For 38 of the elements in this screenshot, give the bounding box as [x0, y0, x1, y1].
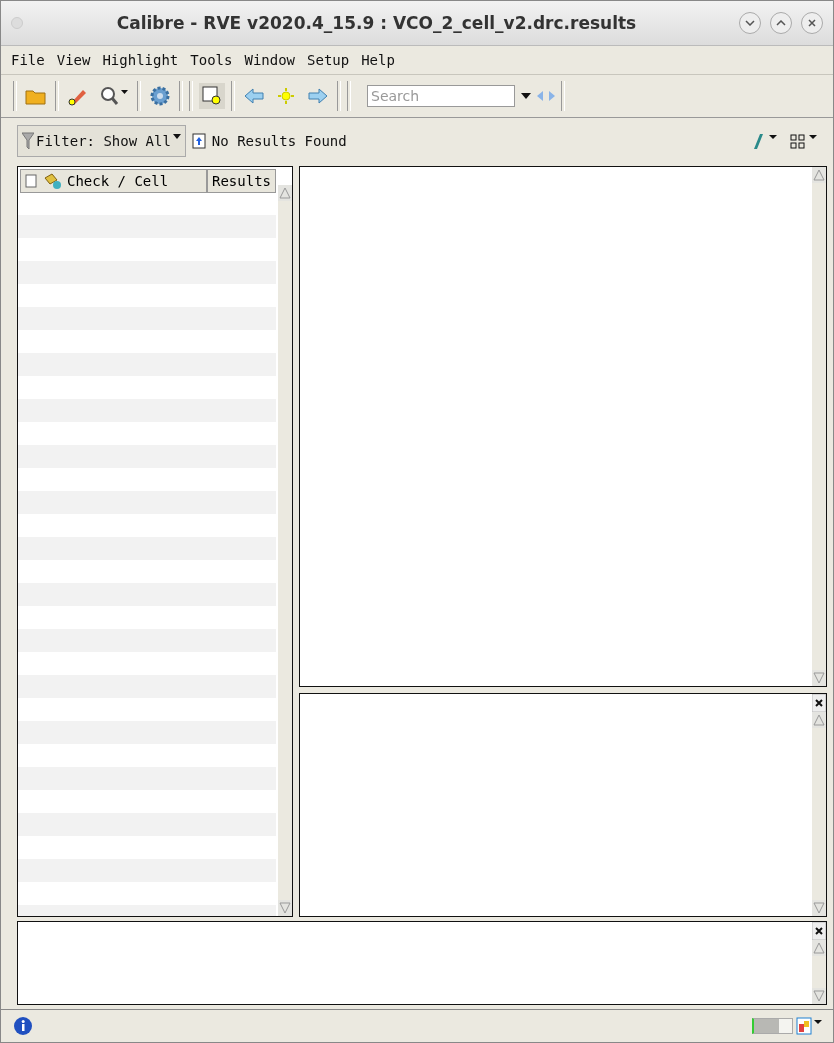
close-button[interactable] — [801, 12, 823, 34]
dropdown-caret-icon — [172, 134, 181, 139]
menu-item[interactable]: Help — [357, 50, 401, 70]
status-text: No Results Found — [211, 133, 347, 149]
info-icon[interactable] — [13, 1016, 33, 1036]
column-header[interactable]: Results — [207, 169, 276, 193]
close-icon[interactable] — [812, 693, 826, 712]
next-icon[interactable] — [549, 91, 555, 101]
document-icon — [25, 174, 39, 188]
results-icon — [191, 133, 206, 149]
scroll-down-button[interactable] — [278, 900, 292, 916]
scroll-up-button[interactable] — [278, 185, 292, 201]
dropdown-caret-icon[interactable] — [521, 93, 531, 99]
chevron-down-icon — [745, 20, 755, 26]
highlight-icon[interactable] — [199, 83, 225, 109]
chevron-up-icon — [776, 20, 786, 26]
menu-item[interactable]: Tools — [186, 50, 239, 70]
search-field[interactable]: Search — [367, 85, 515, 107]
close-icon[interactable] — [812, 922, 826, 940]
menu-item[interactable]: Highlight — [98, 50, 185, 70]
column-header[interactable]: Check / Cell — [20, 169, 207, 193]
maximize-button[interactable] — [770, 12, 792, 34]
scroll-down-button[interactable] — [812, 669, 826, 686]
filter-button[interactable]: Filter: Show All — [17, 125, 186, 157]
scroll-down-button[interactable] — [812, 900, 826, 916]
menu-item[interactable]: View — [52, 50, 97, 70]
layers-icon[interactable] — [793, 1014, 825, 1038]
scroll-down-button[interactable] — [812, 988, 826, 1004]
previous-icon[interactable] — [537, 91, 543, 101]
window-title: Calibre - RVE v2020.4_15.9 : VCO_2_cell_v2.drc.results — [115, 13, 638, 33]
menu-item[interactable]: Setup — [303, 50, 356, 70]
minimize-button[interactable] — [739, 12, 761, 34]
scroll-up-button[interactable] — [812, 167, 826, 183]
funnel-icon — [22, 131, 34, 151]
menu-item[interactable]: Window — [240, 50, 302, 70]
window-icon — [11, 17, 23, 29]
menu-item[interactable]: File — [7, 50, 51, 70]
close-icon — [807, 18, 817, 28]
